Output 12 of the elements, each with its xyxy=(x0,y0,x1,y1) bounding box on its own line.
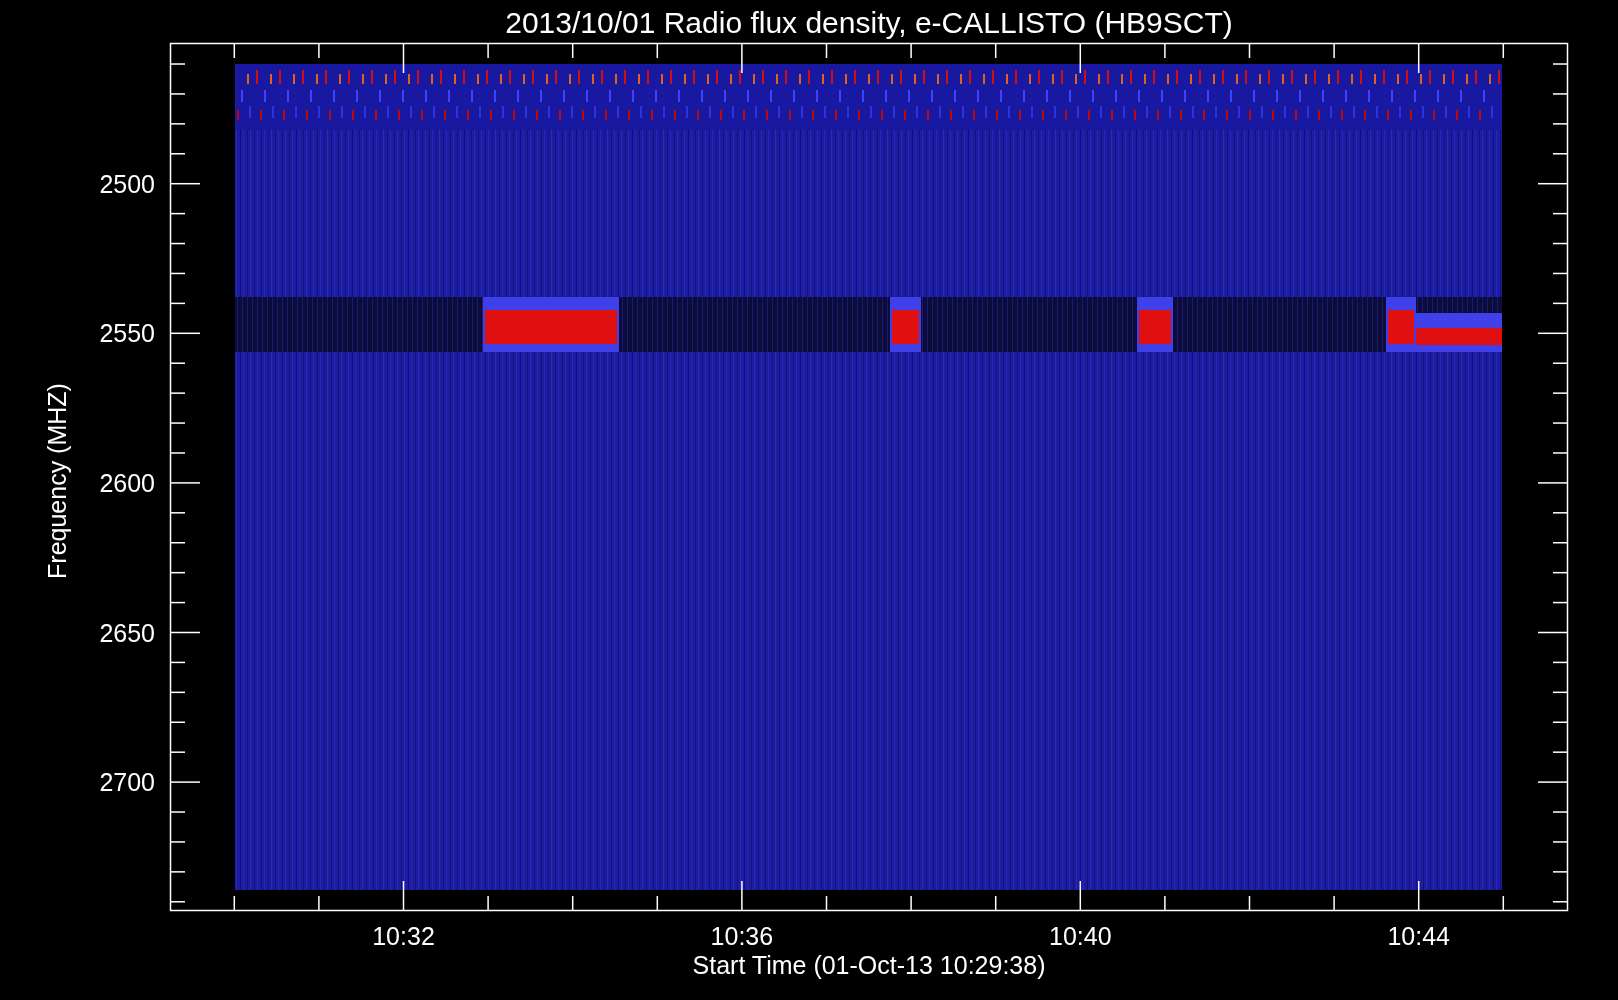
chart-title: 2013/10/01 Radio flux density, e-CALLISTO (HB9SCT) xyxy=(505,6,1233,39)
y-tick-label: 2650 xyxy=(99,618,155,647)
x-tick-label: 10:36 xyxy=(710,922,774,950)
x-axis-label: Start Time (01-Oct-13 10:29:38) xyxy=(692,951,1046,979)
y-tick-label: 2550 xyxy=(99,319,155,348)
y-axis-label: Frequency (MHZ) xyxy=(43,383,71,579)
x-tick-label: 10:40 xyxy=(1049,922,1112,950)
y-tick-label: 2500 xyxy=(99,169,155,198)
y-tick-label: 2600 xyxy=(99,468,155,497)
x-tick-label: 10:32 xyxy=(372,922,435,950)
y-tick-label: 2700 xyxy=(99,768,155,797)
x-tick-label: 10:44 xyxy=(1387,922,1450,950)
